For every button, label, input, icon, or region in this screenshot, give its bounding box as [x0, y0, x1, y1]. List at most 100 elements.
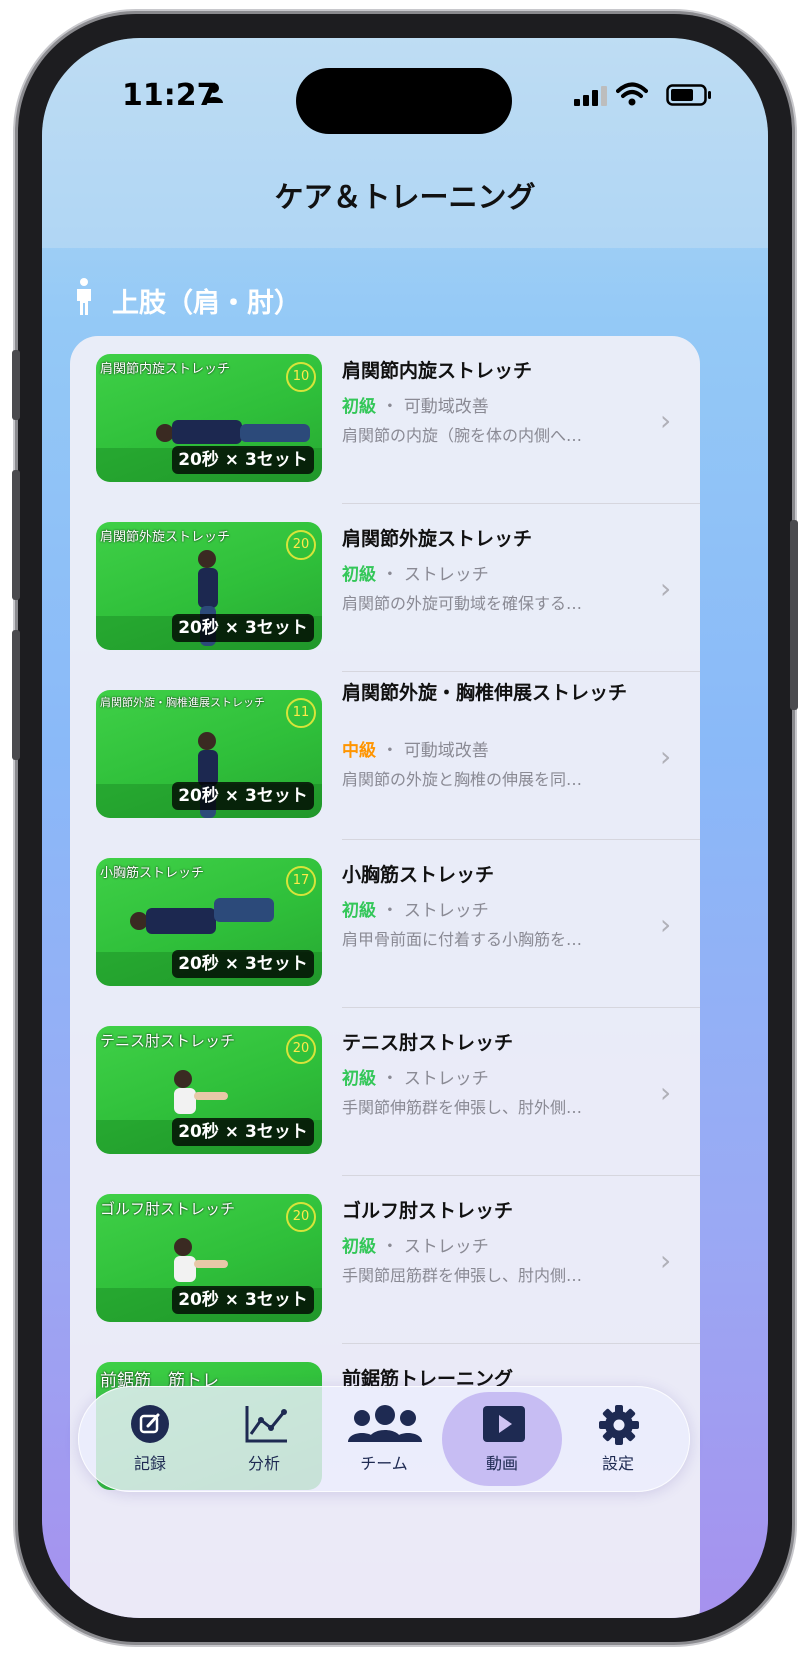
tab-label: 動画	[485, 1454, 518, 1473]
standing-person-icon	[77, 278, 91, 315]
exercise-row[interactable]: ゴルフ肘ストレッチ 20 20秒 × 3セット ゴルフ肘ストレッチ 初級 ・ ス…	[70, 1176, 700, 1344]
timer-icon: 10	[286, 362, 316, 392]
meta-separator: ・	[381, 1069, 399, 1089]
sets-badge: 20秒 × 3セット	[172, 1118, 314, 1146]
level-label: 初級	[342, 901, 376, 921]
thumbnail-caption: 肩関節外旋ストレッチ	[100, 530, 231, 545]
chevron-right-icon: ›	[660, 572, 672, 605]
category-label: 可動域改善	[403, 397, 489, 417]
chevron-right-icon: ›	[660, 1244, 672, 1277]
sets-badge: 20秒 × 3セット	[172, 950, 314, 978]
level-label: 初級	[342, 1069, 376, 1089]
category-label: ストレッチ	[403, 1237, 489, 1257]
category-label: ストレッチ	[403, 901, 489, 921]
thumbnail-caption: 小胸筋ストレッチ	[100, 866, 205, 881]
video-thumbnail[interactable]: 小胸筋ストレッチ 17 20秒 × 3セット	[96, 858, 322, 986]
sets-badge: 20秒 × 3セット	[172, 1286, 314, 1314]
exercise-title: 肩関節外旋ストレッチ	[342, 528, 533, 550]
volume-down-button	[12, 630, 20, 760]
exercise-description: 肩関節の外旋可動域を確保する…	[342, 594, 583, 613]
wifi-icon	[616, 82, 648, 106]
category-label: ストレッチ	[403, 565, 489, 585]
timer-icon: 20	[286, 1034, 316, 1064]
exercise-meta: 初級 ・ ストレッチ	[342, 1064, 489, 1089]
meta-separator: ・	[381, 1237, 399, 1257]
video-thumbnail[interactable]: 肩関節内旋ストレッチ 10 20秒 × 3セット	[96, 354, 322, 482]
tab-analysis[interactable]: 分析	[204, 1386, 324, 1492]
section-title: 上肢（肩・肘）	[112, 288, 301, 319]
exercise-meta: 初級 ・ ストレッチ	[342, 896, 489, 921]
volume-up-button	[12, 470, 20, 600]
tab-label: 記録	[133, 1454, 166, 1473]
exercise-row[interactable]: 肩関節外旋・胸椎進展ストレッチ 11 20秒 × 3セット 肩関節外旋・胸椎伸展…	[70, 672, 700, 840]
chevron-right-icon: ›	[660, 740, 672, 773]
meta-separator: ・	[381, 397, 399, 417]
line-chart-icon	[245, 1406, 287, 1443]
dynamic-island	[296, 68, 512, 134]
action-button	[12, 350, 20, 420]
side-button	[790, 520, 798, 710]
tab-team[interactable]: チーム	[324, 1386, 444, 1492]
thumbnail-caption: ゴルフ肘ストレッチ	[100, 1200, 236, 1218]
sets-badge: 20秒 × 3セット	[172, 782, 314, 810]
exercise-description: 肩関節の内旋（腕を体の内側へ…	[342, 426, 583, 445]
timer-icon: 11	[286, 698, 316, 728]
video-thumbnail[interactable]: テニス肘ストレッチ 20 20秒 × 3セット	[96, 1026, 322, 1154]
exercise-description: 手関節伸筋群を伸張し、肘外側…	[342, 1098, 583, 1117]
exercise-meta: 初級 ・ ストレッチ	[342, 1232, 489, 1257]
category-label: ストレッチ	[403, 1069, 489, 1089]
tab-label: 分析	[247, 1454, 280, 1473]
people-icon	[348, 1405, 422, 1442]
level-label: 初級	[342, 397, 376, 417]
chevron-right-icon: ›	[660, 908, 672, 941]
video-thumbnail[interactable]: ゴルフ肘ストレッチ 20 20秒 × 3セット	[96, 1194, 322, 1322]
chevron-right-icon: ›	[660, 404, 672, 437]
timer-icon: 20	[286, 530, 316, 560]
video-thumbnail[interactable]: 肩関節外旋・胸椎進展ストレッチ 11 20秒 × 3セット	[96, 690, 322, 818]
person-icon	[205, 83, 223, 103]
exercise-row[interactable]: 肩関節外旋ストレッチ 20 20秒 × 3セット 肩関節外旋ストレッチ 初級 ・…	[70, 504, 700, 672]
level-label: 中級	[342, 741, 376, 761]
exercise-description: 肩甲骨前面に付着する小胸筋を…	[342, 930, 583, 949]
exercise-title: 肩関節外旋・胸椎伸展ストレッチ	[342, 682, 628, 704]
exercise-row[interactable]: 肩関節内旋ストレッチ 10 20秒 × 3セット 肩関節内旋ストレッチ 初級 ・…	[70, 336, 700, 504]
exercise-meta: 初級 ・ 可動域改善	[342, 392, 489, 417]
thumbnail-caption: テニス肘ストレッチ	[100, 1032, 236, 1050]
video-thumbnail[interactable]: 肩関節外旋ストレッチ 20 20秒 × 3セット	[96, 522, 322, 650]
exercise-title: 肩関節内旋ストレッチ	[342, 360, 533, 382]
screen: 11:27 ケア＆トレーニング 上肢（肩・肘） 肩関節内旋ストレッチ 10 20…	[42, 38, 768, 1618]
tab-label: 設定	[601, 1454, 634, 1473]
category-label: 可動域改善	[403, 741, 489, 761]
exercise-meta: 初級 ・ ストレッチ	[342, 560, 489, 585]
page-title: ケア＆トレーニング	[274, 180, 536, 214]
thumbnail-caption: 肩関節内旋ストレッチ	[100, 362, 231, 377]
level-label: 初級	[342, 565, 376, 585]
level-label: 初級	[342, 1237, 376, 1257]
tab-label: チーム	[360, 1454, 408, 1473]
exercise-description: 肩関節の外旋と胸椎の伸展を同…	[342, 770, 583, 789]
battery-icon	[666, 84, 711, 106]
exercise-row[interactable]: 小胸筋ストレッチ 17 20秒 × 3セット 小胸筋ストレッチ 初級 ・ ストレ…	[70, 840, 700, 1008]
exercise-description: 手関節屈筋群を伸張し、肘内側…	[342, 1266, 583, 1285]
sets-badge: 20秒 × 3セット	[172, 446, 314, 474]
tab-video[interactable]: 動画	[442, 1392, 562, 1486]
meta-separator: ・	[381, 741, 399, 761]
timer-icon: 17	[286, 866, 316, 896]
tab-record[interactable]: 記録	[90, 1386, 210, 1492]
play-icon	[483, 1406, 525, 1442]
sets-badge: 20秒 × 3セット	[172, 614, 314, 642]
tab-settings[interactable]: 設定	[558, 1386, 678, 1492]
tab-bar: 記録 分析 チーム 動画 設定	[78, 1386, 690, 1492]
exercise-title: 小胸筋ストレッチ	[342, 864, 495, 886]
exercise-row[interactable]: テニス肘ストレッチ 20 20秒 × 3セット テニス肘ストレッチ 初級 ・ ス…	[70, 1008, 700, 1176]
exercise-title: テニス肘ストレッチ	[342, 1032, 514, 1054]
cellular-signal-icon	[574, 86, 607, 106]
chevron-right-icon: ›	[660, 1076, 672, 1109]
exercise-title: ゴルフ肘ストレッチ	[342, 1200, 514, 1222]
meta-separator: ・	[381, 565, 399, 585]
exercise-meta: 中級 ・ 可動域改善	[342, 736, 489, 761]
gear-icon	[599, 1405, 639, 1445]
thumbnail-caption: 肩関節外旋・胸椎進展ストレッチ	[100, 696, 265, 709]
pencil-square-icon	[131, 1405, 169, 1443]
timer-icon: 20	[286, 1202, 316, 1232]
